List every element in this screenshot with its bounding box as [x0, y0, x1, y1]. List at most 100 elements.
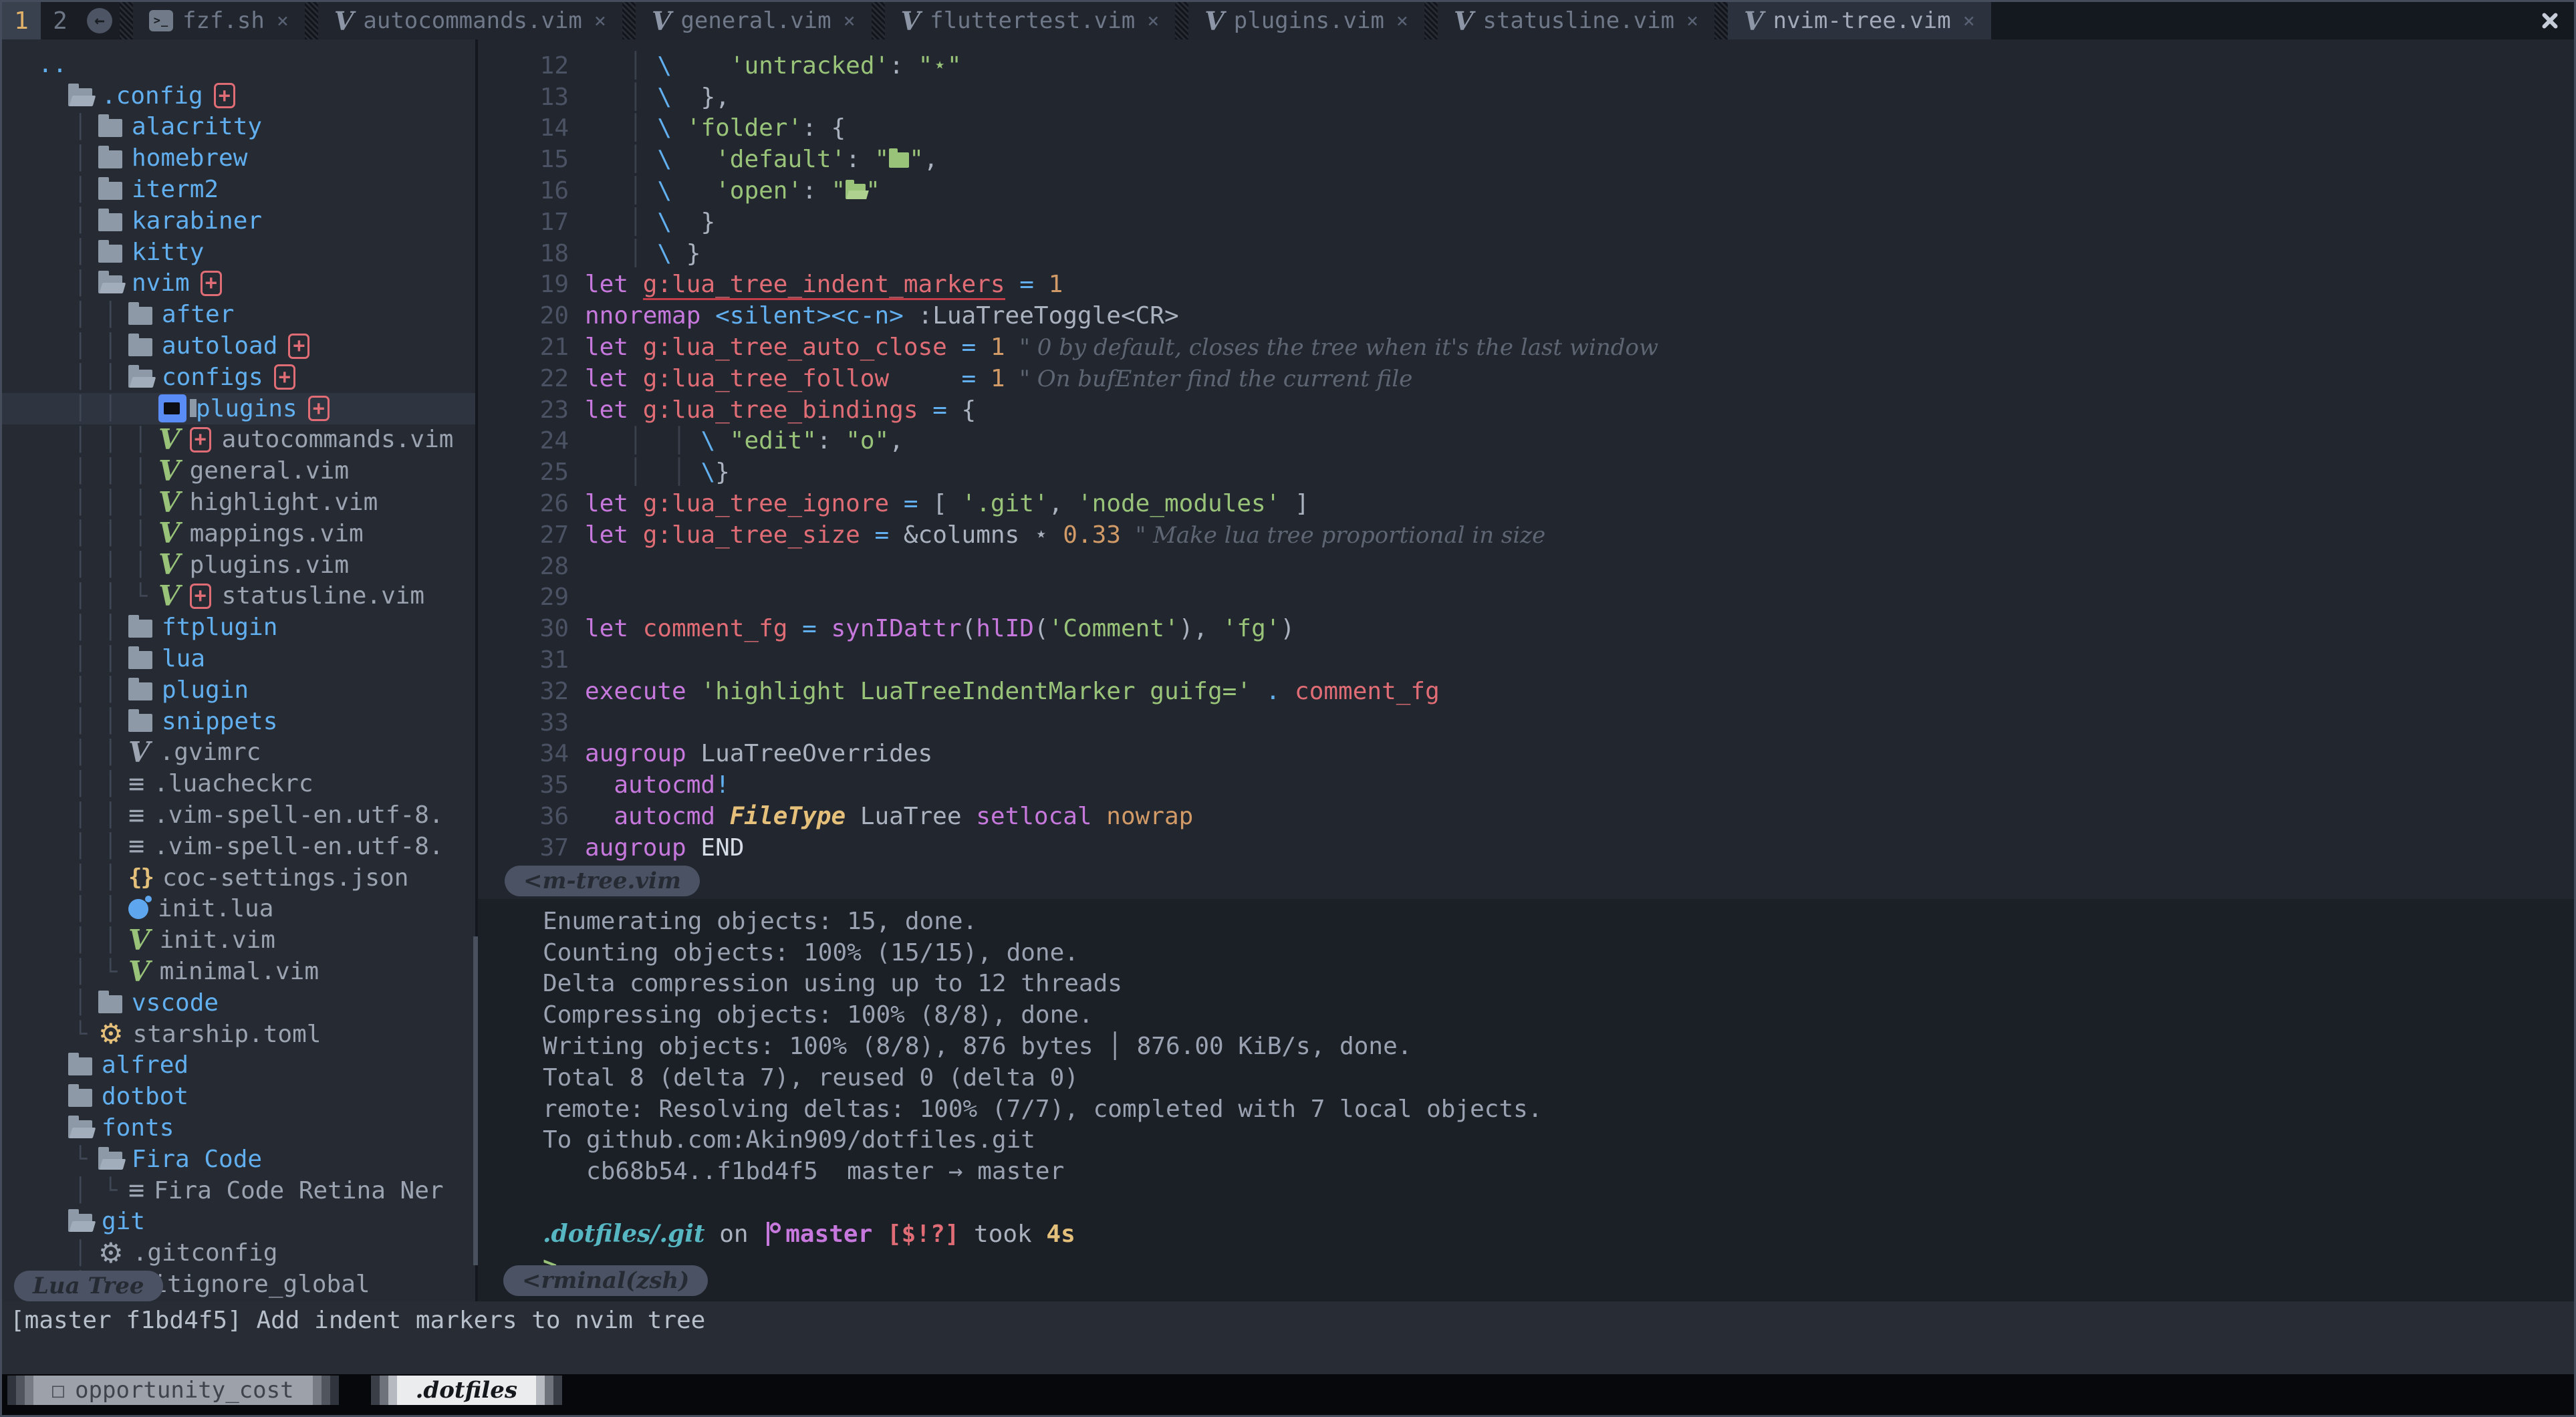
tree-item-vscode[interactable]: │vscode: [38, 987, 475, 1019]
line-number: 37: [478, 834, 585, 862]
tmux-segment-stripe: [536, 1376, 545, 1405]
tree-indent-guide: └: [128, 583, 158, 610]
tree-item-label: homebrew: [132, 144, 247, 172]
tree-item-karabiner[interactable]: │karabiner: [38, 205, 475, 237]
tree-item-nvim[interactable]: │nvim+: [38, 268, 475, 299]
close-all-icon[interactable]: [2539, 11, 2559, 31]
tree-item-plugins.vim[interactable]: │││Vplugins.vim: [38, 549, 475, 581]
line-number: 13: [478, 84, 585, 111]
tab-label: general.vim: [680, 7, 831, 34]
tree-item-ftplugin[interactable]: ││ftplugin: [38, 612, 475, 643]
tree-item-git[interactable]: git: [38, 1206, 475, 1237]
gear-gray-icon: ⚙: [98, 1239, 124, 1267]
line-number: 14: [478, 114, 585, 142]
tree-item-iterm2[interactable]: │iterm2: [38, 174, 475, 205]
tree-item-init.vim[interactable]: ││Vinit.vim: [38, 924, 475, 956]
tree-item-.gitconfig[interactable]: │⚙.gitconfig: [38, 1237, 475, 1269]
folder-open-icon: [68, 88, 92, 106]
tmux-window-.dotfiles[interactable]: .dotfiles: [371, 1376, 562, 1405]
tree-indent-guide: │: [68, 614, 98, 641]
tree-item-.vim-spell-en.utf-8.[interactable]: ││≡.vim-spell-en.utf-8.: [38, 831, 475, 862]
editor-line: 12 │ \ 'untracked': "⋆": [478, 50, 2574, 82]
tree-item-alacritty[interactable]: │alacritty: [38, 112, 475, 143]
tree-item-.gvimrc[interactable]: ││V.gvimrc: [38, 737, 475, 769]
tree-item-.luacheckrc[interactable]: ││≡.luacheckrc: [38, 768, 475, 799]
folder-icon: [98, 119, 122, 137]
tree-item-Fira-Code-Retina-Ner[interactable]: │└≡Fira Code Retina Ner: [38, 1175, 475, 1206]
back-button[interactable]: ←: [80, 2, 120, 39]
tree-item-coc-settings.json[interactable]: ││{}coc-settings.json: [38, 862, 475, 894]
tree-item-general.vim[interactable]: │││Vgeneral.vim: [38, 455, 475, 487]
tree-item-minimal.vim[interactable]: │└Vminimal.vim: [38, 956, 475, 987]
tree-item-autocommands.vim[interactable]: │││V+autocommands.vim: [38, 424, 475, 456]
tab-close-icon[interactable]: ×: [1147, 9, 1159, 33]
terminal-line: Delta compression using up to 12 threads: [543, 969, 2574, 1000]
tree-item-homebrew[interactable]: │homebrew: [38, 142, 475, 174]
editor-line: 28: [478, 551, 2574, 582]
terminal-pane[interactable]: Enumerating objects: 15, done.Counting o…: [478, 899, 2574, 1301]
tree-item-plugins[interactable]: ││plugins+: [2, 393, 475, 424]
tab-close-icon[interactable]: ×: [1963, 9, 1975, 33]
buffer-number-idle[interactable]: 2: [41, 2, 80, 39]
tab-close-icon[interactable]: ×: [594, 9, 606, 33]
tab-close-icon[interactable]: ×: [277, 9, 289, 33]
tree-item-configs[interactable]: ││configs+: [38, 362, 475, 393]
tree-item-.vim-spell-en.utf-8.[interactable]: ││≡.vim-spell-en.utf-8.: [38, 799, 475, 831]
buffer-number-active[interactable]: 1: [2, 2, 41, 39]
tab-general.vim[interactable]: Vgeneral.vim×: [636, 2, 872, 39]
tab-statusline.vim[interactable]: Vstatusline.vim×: [1438, 2, 1714, 39]
vim-icon: V: [334, 6, 354, 36]
tree-item-after[interactable]: ││after: [38, 299, 475, 330]
folder-icon: [128, 307, 152, 325]
tree-item-label: .vim-spell-en.utf-8.: [154, 833, 443, 860]
tree-item-mappings.vim[interactable]: │││Vmappings.vim: [38, 518, 475, 549]
tree-item-init.lua[interactable]: ││init.lua: [38, 894, 475, 925]
terminal-window-badge: <rminal(zsh): [503, 1265, 708, 1296]
tree-indent-guide: │: [68, 333, 98, 360]
tab-autocommands.vim[interactable]: Vautocommands.vim ×: [318, 2, 622, 39]
tmux-window-opportunity-cost[interactable]: □opportunity_cost: [7, 1376, 339, 1405]
tree-item-starship.toml[interactable]: └⚙starship.toml: [38, 1019, 475, 1050]
tab-fluttertest.vim[interactable]: Vfluttertest.vim×: [885, 2, 1176, 39]
line-number: 25: [478, 459, 585, 486]
tab-nvim-tree.vim[interactable]: Vnvim-tree.vim×: [1728, 2, 1991, 39]
vim-message-line: [master f1bd4f5] Add indent markers to n…: [2, 1301, 2574, 1374]
tab-fzf.sh[interactable]: >_fzf.sh×: [133, 2, 305, 39]
line-number: 33: [478, 709, 585, 737]
tree-indent-guide: │: [68, 583, 98, 610]
tab-close-icon[interactable]: ×: [1396, 9, 1408, 33]
tree-item-.config[interactable]: .config+: [38, 80, 475, 112]
tree-item-snippets[interactable]: ││snippets: [38, 706, 475, 737]
editor-line: 13 │ \ },: [478, 82, 2574, 113]
editor-pane[interactable]: 12 │ \ 'untracked': "⋆"13 │ \ },14 │ \ '…: [478, 39, 2574, 899]
tree-item-plugin[interactable]: ││plugin: [38, 674, 475, 706]
tree-item-label: dotbot: [102, 1083, 188, 1110]
tree-indent-guide: │: [98, 426, 128, 453]
tab-label: fluttertest.vim: [930, 7, 1135, 34]
tab-plugins.vim[interactable]: Vplugins.vim×: [1188, 2, 1424, 39]
tree-indent-guide: │: [98, 395, 128, 422]
tree-item-lua[interactable]: ││lua: [38, 643, 475, 674]
tree-scrollbar[interactable]: [473, 936, 478, 1265]
tree-item-kitty[interactable]: │kitty: [38, 237, 475, 268]
new-file-badge: +: [201, 271, 222, 296]
tab-close-icon[interactable]: ×: [1686, 9, 1698, 33]
tree-item-dotbot[interactable]: dotbot: [38, 1081, 475, 1112]
new-file-badge: +: [214, 83, 235, 108]
new-file-badge: +: [274, 364, 295, 390]
tab-label: autocommands.vim: [363, 7, 582, 34]
tab-close-icon[interactable]: ×: [844, 9, 856, 33]
tree-item-Fira-Code[interactable]: └Fira Code: [38, 1144, 475, 1175]
editor-line: 19let g:lua_tree_indent_markers = 1: [478, 269, 2574, 301]
tree-item-alfred[interactable]: alfred: [38, 1050, 475, 1081]
new-file-badge: +: [190, 427, 211, 453]
tree-item-label: snippets: [162, 708, 277, 735]
tree-item-autoload[interactable]: ││autoload+: [38, 330, 475, 362]
code-text: let g:lua_tree_indent_markers = 1: [585, 271, 1063, 298]
tree-item-fonts[interactable]: fonts: [38, 1112, 475, 1144]
tree-item-statusline.vim[interactable]: ││└V+statusline.vim: [38, 581, 475, 612]
tree-item-..[interactable]: ..: [38, 49, 475, 80]
tree-item-highlight.vim[interactable]: │││Vhighlight.vim: [38, 487, 475, 518]
line-number: 26: [478, 490, 585, 517]
tab-separator: [305, 2, 318, 39]
